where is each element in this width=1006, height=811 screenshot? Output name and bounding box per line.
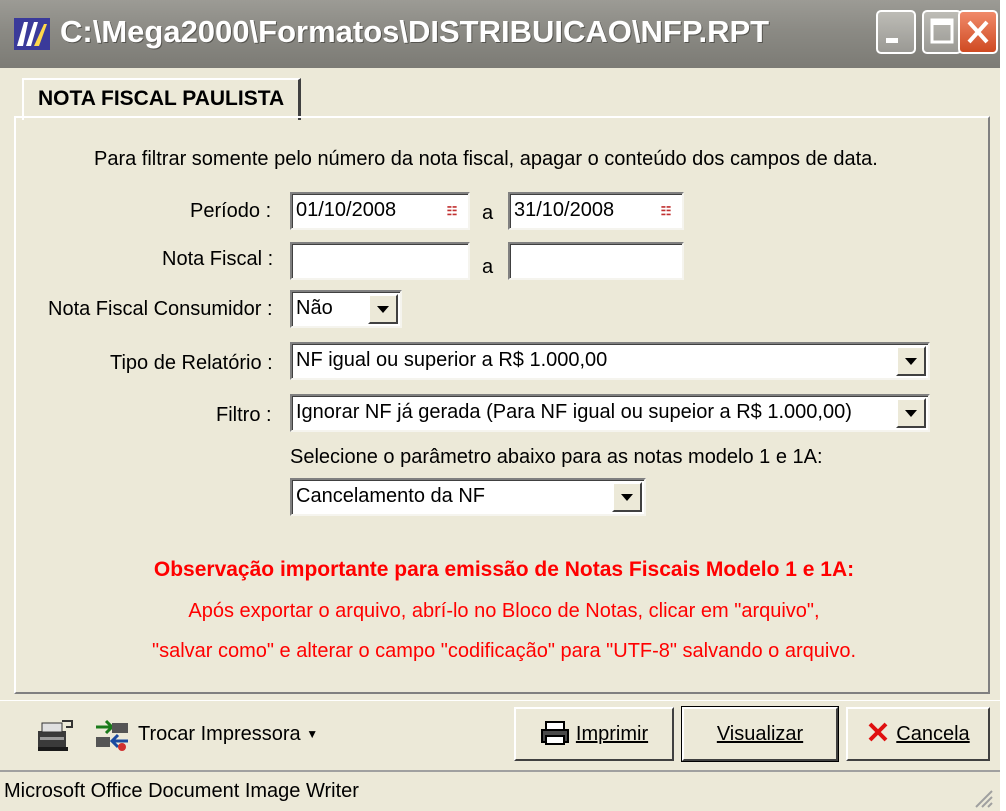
chevron-down-icon[interactable] (896, 346, 926, 376)
maximize-icon (930, 18, 954, 44)
trocar-impressora-menu[interactable]: Trocar Impressora ▼ (138, 723, 318, 746)
dialog-window: C:\Mega2000\Formatos\DISTRIBUICAO\NFP.RP… (0, 0, 1000, 811)
filtro-label: Filtro : (216, 404, 272, 426)
periodo-to-value: 31/10/2008 (514, 199, 615, 221)
minimize-button[interactable] (876, 10, 916, 54)
modelo-label: Selecione o parâmetro abaixo para as not… (290, 446, 823, 468)
tab-panel: Para filtrar somente pelo número da nota… (14, 116, 990, 694)
tipo-relatorio-label: Tipo de Relatório : (110, 352, 273, 374)
range-separator: a (482, 256, 494, 278)
periodo-label: Período : (190, 200, 272, 222)
nota-fiscal-to-field[interactable] (508, 242, 684, 280)
imprimir-label: Imprimir (575, 723, 649, 745)
printer-icon (540, 721, 569, 745)
chevron-down-icon[interactable] (896, 398, 926, 428)
printer-setup-icon[interactable] (36, 719, 76, 753)
caret-down-icon: ▼ (306, 727, 319, 741)
chevron-down-icon[interactable] (368, 294, 398, 324)
title-bar[interactable]: C:\Mega2000\Formatos\DISTRIBUICAO\NFP.RP… (0, 0, 1000, 68)
filtro-select[interactable]: Ignorar NF já gerada (Para NF igual ou s… (290, 394, 930, 432)
visualizar-label: Visualizar (716, 723, 804, 745)
minimize-icon (886, 38, 898, 43)
cancel-x-icon (868, 722, 888, 742)
maximize-button[interactable] (922, 10, 962, 54)
observation-line-2: "salvar como" e alterar o campo "codific… (151, 640, 857, 662)
nota-fiscal-label: Nota Fiscal : (162, 248, 274, 270)
status-printer-name: Microsoft Office Document Image Writer (4, 780, 359, 802)
instruction-text: Para filtrar somente pelo número da nota… (94, 148, 878, 170)
chevron-down-icon[interactable] (612, 482, 642, 512)
cancela-label: Cancela (896, 723, 970, 745)
observation-title: Observação importante para emissão de No… (153, 558, 855, 581)
periodo-to-field[interactable]: 31/10/2008 ☷ (508, 192, 684, 230)
status-bar: Microsoft Office Document Image Writer (0, 770, 1000, 811)
bottom-toolbar: Trocar Impressora ▼ Imprimir Visualizar … (0, 700, 1000, 769)
tab-strip: NOTA FISCAL PAULISTA (12, 72, 1000, 120)
trocar-impressora-label: Trocar Impressora (138, 723, 301, 745)
consumidor-select[interactable]: Não (290, 290, 402, 328)
modelo-select[interactable]: Cancelamento da NF (290, 478, 646, 516)
observation-line-1: Após exportar o arquivo, abrí-lo no Bloc… (188, 600, 820, 622)
consumidor-value: Não (296, 297, 333, 319)
window-title: C:\Mega2000\Formatos\DISTRIBUICAO\NFP.RP… (60, 14, 770, 49)
swap-printer-icon[interactable] (92, 717, 132, 753)
filtro-value: Ignorar NF já gerada (Para NF igual ou s… (296, 401, 852, 423)
periodo-from-value: 01/10/2008 (296, 199, 397, 221)
calendar-icon[interactable]: ☷ (658, 203, 674, 219)
range-separator: a (482, 202, 494, 224)
modelo-value: Cancelamento da NF (296, 485, 485, 507)
resize-grip-icon[interactable] (970, 785, 994, 809)
calendar-icon[interactable]: ☷ (444, 203, 460, 219)
tipo-relatorio-select[interactable]: NF igual ou superior a R$ 1.000,00 (290, 342, 930, 380)
tab-nota-fiscal-paulista[interactable]: NOTA FISCAL PAULISTA (22, 78, 302, 120)
visualizar-button[interactable]: Visualizar (681, 706, 839, 762)
close-button[interactable] (958, 10, 998, 54)
cancela-button[interactable]: Cancela (846, 707, 990, 761)
consumidor-label: Nota Fiscal Consumidor : (48, 298, 273, 320)
nota-fiscal-from-field[interactable] (290, 242, 470, 280)
imprimir-button[interactable]: Imprimir (514, 707, 674, 761)
tipo-relatorio-value: NF igual ou superior a R$ 1.000,00 (296, 349, 608, 371)
periodo-from-field[interactable]: 01/10/2008 ☷ (290, 192, 470, 230)
close-icon (967, 20, 989, 44)
app-icon (14, 18, 50, 50)
